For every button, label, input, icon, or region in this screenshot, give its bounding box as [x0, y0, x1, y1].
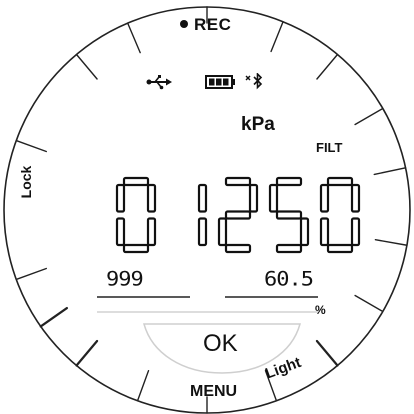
percent-unit: % — [315, 303, 326, 317]
dial-tick — [315, 339, 339, 367]
digit-segment — [275, 210, 303, 220]
unit-label: kPa — [241, 114, 275, 135]
dial-tick — [75, 339, 99, 367]
lock-label: Lock — [18, 165, 34, 199]
digit-segment — [275, 176, 303, 187]
menu-button[interactable]: MENU — [190, 383, 237, 401]
right-secondary-value: 60.5 — [264, 268, 314, 291]
digit-segment — [217, 217, 228, 247]
digit-segment — [319, 183, 330, 213]
digit-segment — [115, 183, 126, 213]
dial-tick — [15, 267, 48, 281]
digit-segment — [326, 176, 354, 187]
digit-segment — [275, 243, 303, 254]
digit-segment — [299, 217, 310, 247]
digit-segment — [197, 217, 208, 247]
ok-label: OK — [203, 330, 238, 357]
digit-segment — [319, 217, 330, 247]
left-secondary-value: 999 — [106, 268, 144, 291]
digit-segment — [146, 217, 157, 247]
dial-tick — [354, 107, 384, 126]
dial-tick — [75, 53, 98, 80]
digit-segment — [197, 183, 208, 213]
rec-label: REC — [194, 15, 232, 34]
usb-icon — [146, 75, 172, 90]
digit-segment — [326, 243, 354, 254]
digit-segment — [224, 176, 252, 187]
digit-segment — [115, 217, 126, 247]
dial-tick — [15, 139, 48, 153]
digit-segment — [350, 217, 361, 247]
dial-tick — [373, 167, 407, 176]
dial-tick — [270, 21, 284, 53]
dial-tick — [354, 294, 384, 313]
digit-segment — [248, 183, 259, 213]
digit-segment — [122, 176, 150, 187]
digit-segment — [122, 243, 150, 254]
main-reading — [115, 176, 361, 254]
battery-icon — [205, 75, 235, 89]
bluetooth-icon — [245, 73, 263, 90]
digit-segment — [350, 183, 361, 213]
dial-tick — [316, 53, 339, 80]
rec-indicator[interactable]: REC — [180, 15, 231, 35]
digit-segment — [146, 183, 157, 213]
digit-segment — [268, 183, 279, 213]
dial-tick — [126, 22, 141, 54]
dial-tick — [374, 238, 408, 246]
record-dot-icon — [180, 19, 188, 28]
dial-tick — [39, 306, 69, 328]
digit-segment — [224, 243, 252, 254]
lock-button[interactable]: Lock — [6, 160, 46, 204]
dial-tick — [136, 369, 150, 402]
digit-segment — [224, 210, 252, 220]
filter-indicator: FILT — [316, 140, 343, 155]
